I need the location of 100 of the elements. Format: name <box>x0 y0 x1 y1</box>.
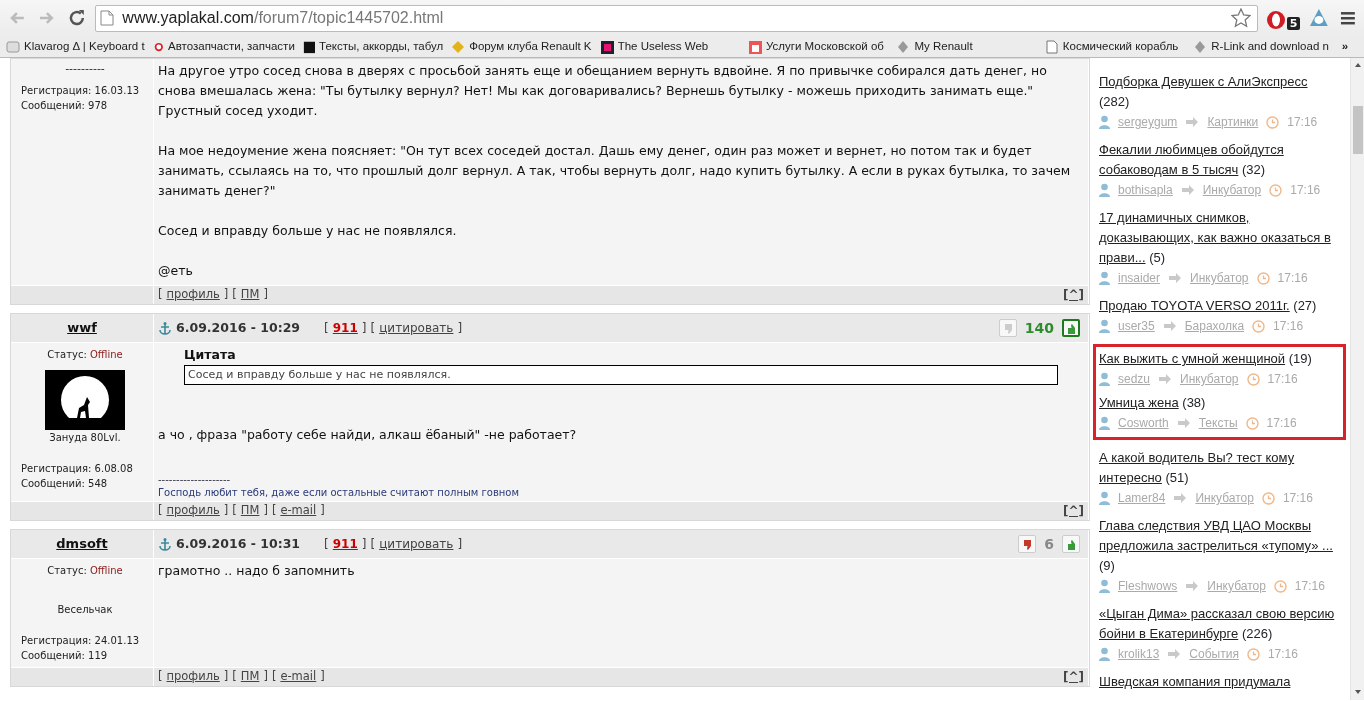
bookmark-link[interactable]: Услуги Московской об <box>748 37 889 56</box>
arrow-icon <box>1158 373 1173 385</box>
bookmark-link[interactable]: My Renault <box>896 37 1037 56</box>
status-text: Статус: Offline <box>46 564 124 578</box>
clock-icon <box>1252 319 1266 333</box>
extension-button[interactable]: 5 <box>1265 6 1301 30</box>
post-time: 17:16 <box>1294 578 1325 595</box>
bracket-text: [ <box>232 286 237 304</box>
bracket-text: ] <box>320 668 325 686</box>
bookmark-link[interactable]: Автозапчасти, запчасти <box>154 37 295 56</box>
post-link[interactable]: профиль <box>166 286 220 304</box>
topic-link[interactable]: Подборка Девушек с АлиЭкспресс (282) <box>1099 72 1340 112</box>
bookmark-icon <box>302 39 316 54</box>
person-icon <box>1099 647 1110 661</box>
arrow-icon <box>1176 417 1191 429</box>
bookmark-icon <box>896 39 911 54</box>
bookmark-link[interactable]: Космический корабль <box>1044 37 1186 56</box>
page-icon <box>100 10 115 26</box>
post-link[interactable]: 911 <box>332 535 358 553</box>
post-link[interactable]: e-mail <box>280 668 317 686</box>
quote-box: Сосед и вправду больше у нас не появлялся. <box>184 365 1058 385</box>
anchor-icon[interactable] <box>158 537 172 551</box>
post-date: 6.09.2016 - 10:29 <box>176 318 301 337</box>
post-link[interactable]: цитировать <box>379 319 454 337</box>
bookmark-link[interactable]: R-Link and download n <box>1193 37 1334 56</box>
scroll-top-link[interactable]: [^] <box>1062 502 1084 520</box>
clock-icon <box>1245 416 1259 430</box>
like-button[interactable] <box>1062 319 1080 337</box>
user-rank: Весельчак <box>56 603 114 617</box>
post-link[interactable]: 911 <box>332 319 358 337</box>
bracket-text: ] <box>361 536 367 553</box>
message-count: Сообщений: 548 <box>21 477 109 491</box>
star-icon[interactable] <box>1230 8 1251 28</box>
topic-link[interactable]: Шведская компания придумала <box>1099 672 1340 692</box>
post-link[interactable]: ПМ <box>240 502 260 520</box>
topic-link[interactable]: «Цыган Дима» рассказал свою версию бойни в Екатеринбурге (226) <box>1099 604 1340 644</box>
person-icon <box>1099 115 1110 129</box>
person-icon <box>1099 183 1110 197</box>
quote-label: Цитата <box>184 346 237 364</box>
bracket-text: ] <box>263 502 268 520</box>
post-text: На мое недоумение жена поясняет: "Он тут всех соседей достал. Дашь ему денег, один раз может и вернет, но потом так и будет занимать, ссылаясь на то, что прошлый долг вернул. А так, чтобы вернуть долг, надо купить бутылку. А если в руках бутылка, то зачем занимать денег?" <box>158 142 1072 200</box>
bookmark-link[interactable]: Форум клуба Renault K <box>451 37 592 56</box>
post-link[interactable]: профиль <box>166 502 220 520</box>
address-bar[interactable]: www.yaplakal.com/forum7/topic1445702.html <box>95 4 1258 32</box>
bookmark-icon <box>1193 39 1208 54</box>
bracket-text: ] <box>457 320 463 337</box>
extension-icon[interactable] <box>1308 7 1331 29</box>
rating-value: 140 <box>1024 318 1054 338</box>
post-link[interactable]: e-mail <box>280 502 317 520</box>
bookmark-icon <box>748 39 763 54</box>
arrow-icon <box>1180 184 1195 196</box>
topic-link[interactable]: А какой водитель Вы? тест кому интересно (51) <box>1099 448 1340 488</box>
bracket-text: [ <box>232 502 237 520</box>
person-icon <box>1099 491 1110 505</box>
bookmark-link[interactable]: Klavarog Δ | Keyboard t <box>6 37 147 56</box>
topic-link[interactable]: Фекалии любимцев обойдутся собаководам в 5 тысяч (32) <box>1099 140 1340 180</box>
person-icon <box>1099 271 1110 285</box>
topic-link[interactable]: Как выжить с умной женщиной (19) <box>1099 349 1340 369</box>
username-link[interactable]: wwf <box>67 318 97 338</box>
scroll-top-link[interactable]: [^] <box>1062 286 1084 304</box>
bookmarks-overflow-button[interactable]: » <box>1341 37 1349 56</box>
topic-link[interactable]: 17 динамичных снимков, доказывающих, как важно оказаться в прави... (5) <box>1099 208 1340 268</box>
bracket-text: [ <box>324 320 329 337</box>
bracket-text: [ <box>370 536 376 553</box>
person-icon <box>1099 579 1110 593</box>
bracket-text: [ <box>271 668 277 686</box>
user-rank: ---------- <box>64 63 106 75</box>
clock-icon <box>1246 647 1260 661</box>
clock-icon <box>1246 372 1260 386</box>
clock-icon <box>1261 491 1275 505</box>
bracket-text: [ <box>158 286 163 304</box>
url-text: www.yaplakal.com/forum7/topic1445702.html <box>122 8 445 28</box>
post-link[interactable]: ПМ <box>240 286 260 304</box>
arrow-icon <box>1168 272 1183 284</box>
arrow-icon <box>1185 580 1200 592</box>
bracket-text: [ <box>370 320 376 337</box>
clock-icon <box>1266 115 1280 129</box>
username-link[interactable]: dmsoft <box>56 534 108 554</box>
post-link[interactable]: ПМ <box>240 668 260 686</box>
post-link[interactable]: профиль <box>166 668 220 686</box>
post-text: На другое утро сосед снова в дверях с просьбой занять еще и обещанием вернуть вдвойне. Я по привычке собирался дать денег, но снова вмешалась жена: "Ты бутылку вернул? Нет! Мы как договаривались? Вернешь бутылку - можешь приходить занимать еще." Грустный сосед уходит. <box>158 62 1048 120</box>
bookmark-icon <box>451 39 466 54</box>
post-link[interactable]: цитировать <box>379 535 454 553</box>
topic-link[interactable]: Продаю TOYOTA VERSO 2011г. (27) <box>1099 296 1340 316</box>
topic-link[interactable]: Глава следствия УВД ЦАО Москвы предложила застрелиться «тупому» ... (9) <box>1099 516 1340 576</box>
bookmark-link[interactable]: The Useless Web <box>599 37 741 56</box>
bookmark-icon <box>599 39 614 54</box>
arrow-icon <box>1173 492 1188 504</box>
bracket-text: ] <box>263 668 268 686</box>
scroll-top-link[interactable]: [^] <box>1062 668 1084 686</box>
bookmark-link[interactable]: Тексты, аккорды, табул <box>302 37 444 56</box>
post-time: 17:16 <box>1267 371 1298 388</box>
person-icon <box>1099 416 1110 430</box>
post-text: грамотно .. надо б запомнить <box>158 562 356 580</box>
topic-link[interactable]: Умница жена (38) <box>1099 393 1340 413</box>
person-icon <box>1099 372 1110 386</box>
anchor-icon[interactable] <box>158 321 172 335</box>
bracket-text: [ <box>158 668 163 686</box>
status-text: Статус: Offline <box>46 348 124 362</box>
post-time: 17:16 <box>1290 182 1321 199</box>
